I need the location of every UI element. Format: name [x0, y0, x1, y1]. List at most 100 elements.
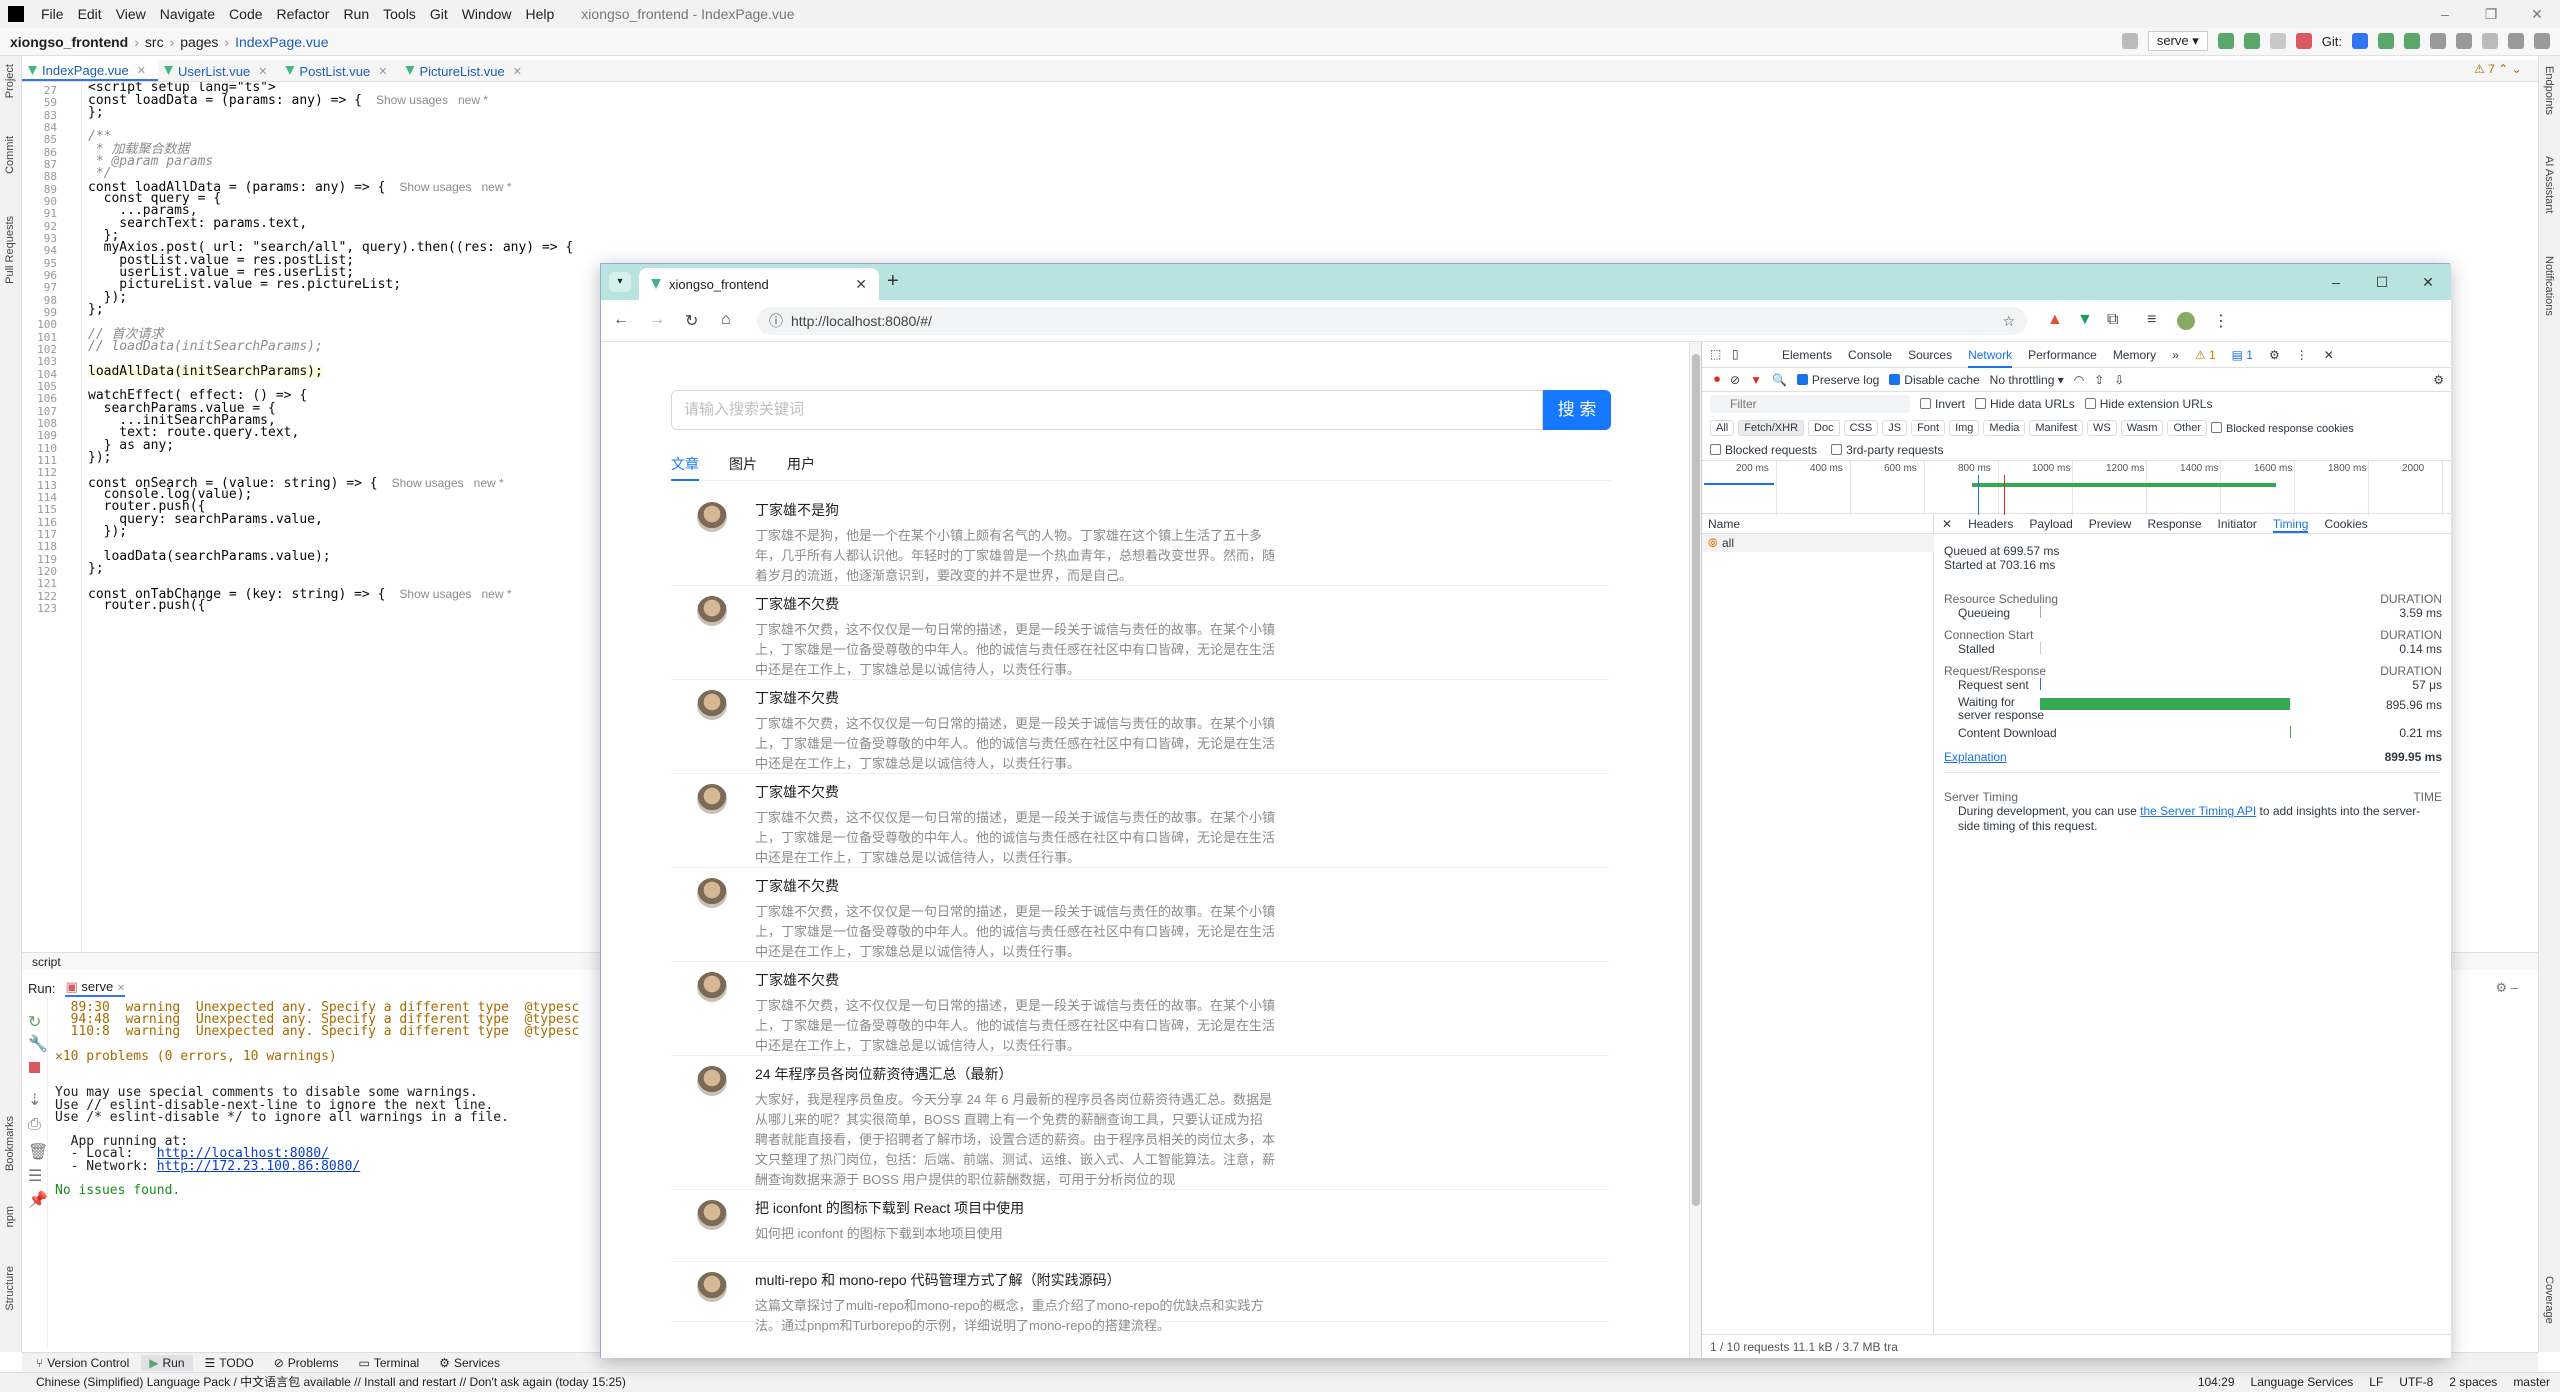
- browser-tab[interactable]: xiongso_frontend ✕: [639, 268, 879, 300]
- post-item[interactable]: 把 iconfont 的图标下载到 React 项目中使用 如何把 iconfon…: [671, 1190, 1609, 1262]
- tab-indexpage[interactable]: IndexPage.vue ✕: [22, 60, 158, 81]
- tool-endpoints[interactable]: Endpoints: [2543, 66, 2555, 115]
- tool-coverage[interactable]: Coverage: [2543, 1276, 2555, 1324]
- line-separator[interactable]: LF: [2369, 1373, 2383, 1392]
- status-message[interactable]: Chinese (Simplified) Language Pack / 中文语…: [36, 1375, 626, 1389]
- post-title[interactable]: 丁家雄不欠费: [755, 688, 839, 708]
- devtools-menu-icon[interactable]: ⋮: [2296, 348, 2308, 362]
- type-filter-all[interactable]: All: [1710, 420, 1735, 436]
- close-tab-icon[interactable]: ✕: [378, 65, 387, 78]
- post-item[interactable]: 丁家雄不欠费 丁家雄不欠费，这不仅仅是一句日常的描述，更是一段关于诚信与责任的故事…: [671, 774, 1609, 868]
- close-icon[interactable]: ✕: [2405, 264, 2451, 300]
- device-toolbar-icon[interactable]: ▯: [1732, 347, 1739, 361]
- menu-edit[interactable]: Edit: [71, 6, 109, 22]
- breadcrumb-project[interactable]: xiongso_frontend: [10, 34, 128, 50]
- stop-icon[interactable]: [2295, 33, 2312, 49]
- post-title[interactable]: 丁家雄不欠费: [755, 782, 839, 802]
- trash-icon[interactable]: 🗑: [28, 1142, 48, 1162]
- detail-tab-preview[interactable]: Preview: [2089, 514, 2132, 533]
- more-tabs-icon[interactable]: »: [2172, 348, 2179, 362]
- cursor-position[interactable]: 104:29: [2198, 1373, 2235, 1392]
- filter-input[interactable]: Filter: [1710, 395, 1910, 413]
- print-icon[interactable]: ⎙: [28, 1116, 41, 1134]
- tool-notifications[interactable]: Notifications: [2543, 256, 2555, 316]
- coverage-icon[interactable]: [2269, 33, 2286, 49]
- hide-data-urls-checkbox[interactable]: Hide data URLs: [1975, 397, 2075, 411]
- tab-postlist[interactable]: PostList.vue ✕: [279, 60, 399, 81]
- breadcrumb-src[interactable]: src: [145, 34, 164, 50]
- type-filter-fetchxhr[interactable]: Fetch/XHR: [1738, 420, 1805, 436]
- menu-view[interactable]: View: [109, 6, 153, 22]
- tab-picturelist[interactable]: PictureList.vue ✕: [399, 60, 533, 81]
- bookmark-star-icon[interactable]: ☆: [2002, 307, 2015, 335]
- menu-refactor[interactable]: Refactor: [270, 6, 337, 22]
- post-title[interactable]: 24 年程序员各岗位薪资待遇汇总（最新）: [755, 1064, 1012, 1084]
- new-tab-icon[interactable]: +: [887, 270, 899, 293]
- rollback-icon[interactable]: [2456, 33, 2472, 49]
- tab-performance[interactable]: Performance: [2028, 348, 2097, 362]
- network-settings-icon[interactable]: ⚙: [2433, 373, 2444, 387]
- menu-code[interactable]: Code: [222, 6, 269, 22]
- type-filter-media[interactable]: Media: [1983, 420, 2026, 436]
- menu-help[interactable]: Help: [519, 6, 562, 22]
- server-timing-api-link[interactable]: the Server Timing API: [2140, 804, 2256, 818]
- type-filter-wasm[interactable]: Wasm: [2120, 420, 2164, 436]
- type-filter-manifest[interactable]: Manifest: [2029, 420, 2083, 436]
- name-column-header[interactable]: Name: [1702, 514, 1934, 534]
- post-title[interactable]: 丁家雄不欠费: [755, 970, 839, 990]
- invert-checkbox[interactable]: Invert: [1920, 397, 1965, 411]
- detail-tab-payload[interactable]: Payload: [2029, 514, 2072, 533]
- tab-userlist[interactable]: UserList.vue ✕: [158, 60, 279, 81]
- clear-icon[interactable]: ⊘: [1730, 373, 1740, 387]
- language-services[interactable]: Language Services: [2251, 1373, 2354, 1392]
- blocked-response-checkbox[interactable]: Blocked response cookies: [2210, 421, 2354, 435]
- maximize-icon[interactable]: ❐: [2468, 0, 2514, 28]
- type-filter-img[interactable]: Img: [1949, 420, 1980, 436]
- tab-elements[interactable]: Elements: [1782, 348, 1832, 362]
- url-input[interactable]: ⓘ http://localhost:8080/#/ ☆: [757, 307, 2027, 335]
- import-har-icon[interactable]: ⇧: [2094, 373, 2104, 387]
- type-filter-doc[interactable]: Doc: [1808, 420, 1840, 436]
- close-run-tab-icon[interactable]: ✕: [117, 983, 125, 994]
- scrollbar-thumb[interactable]: [1692, 354, 1700, 1206]
- breadcrumb-file[interactable]: IndexPage.vue: [235, 34, 328, 50]
- media-icon[interactable]: ≡: [2147, 311, 2156, 329]
- preserve-log-checkbox[interactable]: Preserve log: [1796, 373, 1879, 387]
- inspect-icon[interactable]: ⬚: [1710, 347, 1721, 361]
- close-tab-icon[interactable]: ✕: [137, 64, 146, 77]
- user-icon[interactable]: [2121, 33, 2138, 49]
- menu-file[interactable]: File: [34, 6, 71, 22]
- git-push-icon[interactable]: [2404, 33, 2420, 49]
- search-input[interactable]: 请输入搜索关键词: [671, 390, 1543, 430]
- hide-ext-urls-checkbox[interactable]: Hide extension URLs: [2084, 397, 2212, 411]
- run-config-dropdown[interactable]: serve ▾: [2147, 31, 2208, 51]
- devtools-close-icon[interactable]: ✕: [2324, 348, 2334, 362]
- back-icon[interactable]: ←: [613, 311, 629, 329]
- browser-menu-icon[interactable]: ⋮: [2213, 311, 2229, 331]
- close-detail-icon[interactable]: ✕: [1942, 514, 1952, 533]
- network-overview[interactable]: 200 ms 400 ms 600 ms 800 ms 1000 ms 1200 ms 14…: [1702, 460, 2452, 515]
- post-item[interactable]: 丁家雄不欠费 丁家雄不欠费，这不仅仅是一句日常的描述，更是一段关于诚信与责任的故事…: [671, 586, 1609, 680]
- search-button[interactable]: 搜 索: [1543, 390, 1611, 430]
- close-tab-icon[interactable]: ✕: [513, 65, 522, 78]
- run-settings-icon[interactable]: ⚙ –: [2496, 980, 2519, 996]
- git-update-icon[interactable]: [2352, 33, 2368, 49]
- devtools-settings-icon[interactable]: ⚙: [2269, 348, 2280, 362]
- tab-memory[interactable]: Memory: [2113, 348, 2156, 362]
- indent[interactable]: 2 spaces: [2449, 1373, 2497, 1392]
- detail-tab-timing[interactable]: Timing: [2272, 514, 2309, 533]
- tool-project[interactable]: Project: [4, 64, 16, 98]
- post-item[interactable]: multi-repo 和 mono-repo 代码管理方式了解（附实践源码） 这篇…: [671, 1262, 1609, 1333]
- tab-pictures[interactable]: 图片: [729, 454, 757, 474]
- tool-pull-requests[interactable]: Pull Requests: [4, 216, 16, 284]
- extension-icon[interactable]: ▲: [2047, 311, 2063, 329]
- translate-icon[interactable]: [2482, 33, 2498, 49]
- detail-tab-initiator[interactable]: Initiator: [2218, 514, 2257, 533]
- history-icon[interactable]: [2430, 33, 2446, 49]
- tab-sources[interactable]: Sources: [1908, 348, 1952, 362]
- breadcrumb-pages[interactable]: pages: [180, 34, 218, 50]
- detail-tab-headers[interactable]: Headers: [1968, 514, 2013, 533]
- menu-run[interactable]: Run: [336, 6, 376, 22]
- type-filter-js[interactable]: JS: [1882, 420, 1908, 436]
- type-filter-font[interactable]: Font: [1911, 420, 1946, 436]
